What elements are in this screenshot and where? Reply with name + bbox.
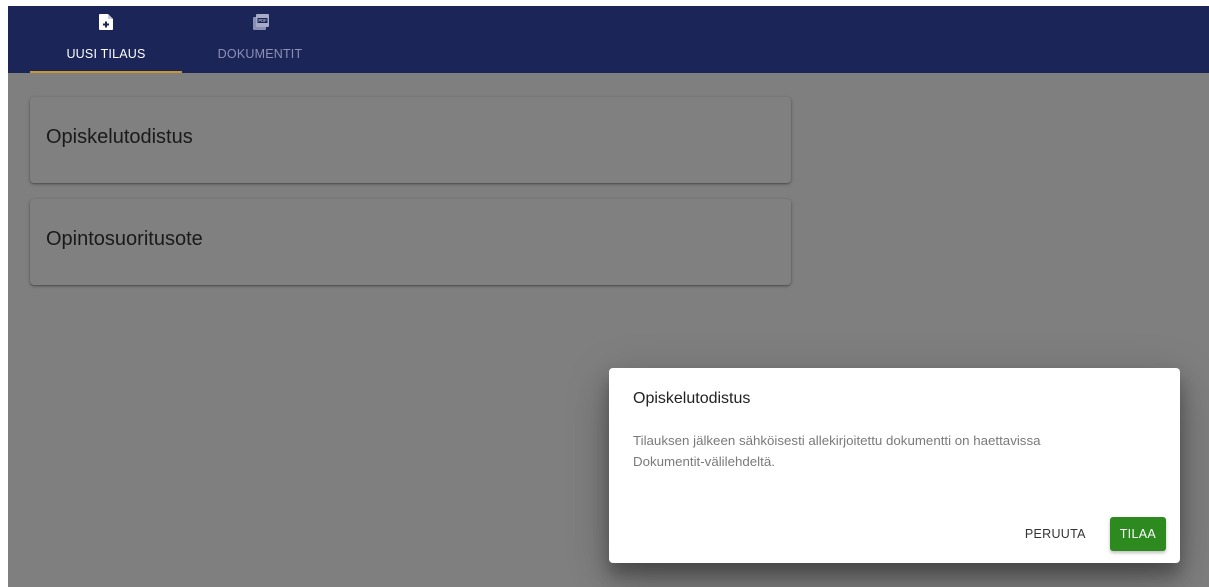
dialog-title: Opiskelutodistus <box>633 390 751 407</box>
top-navigation-bar: UUSI TILAUS PDF DOKUMENTIT <box>8 6 1209 73</box>
dialog-actions: PERUUTA TILAA <box>1011 517 1166 551</box>
file-plus-icon <box>99 14 113 30</box>
app-root: UUSI TILAUS PDF DOKUMENTIT Opiskelutodis… <box>8 6 1209 587</box>
card-title: Opintosuoritusote <box>46 228 203 250</box>
card-title: Opiskelutodistus <box>46 126 193 148</box>
order-confirmation-dialog: Opiskelutodistus Tilauksen jälkeen sähkö… <box>609 368 1180 563</box>
pdf-documents-icon: PDF <box>253 14 269 30</box>
active-tab-indicator <box>30 71 182 73</box>
tab-new-order-label: UUSI TILAUS <box>66 47 146 61</box>
document-card-transcript[interactable]: Opintosuoritusote <box>30 199 791 285</box>
dialog-message-line-1: Tilauksen jälkeen sähköisesti allekirjoi… <box>633 433 1041 448</box>
document-card-study-certificate[interactable]: Opiskelutodistus <box>30 97 791 183</box>
order-button[interactable]: TILAA <box>1109 517 1166 551</box>
dialog-message-line-2: Dokumentit-välilehdeltä. <box>633 454 775 469</box>
tab-documents[interactable]: PDF DOKUMENTIT <box>184 6 336 73</box>
dialog-message: Tilauksen jälkeen sähköisesti allekirjoi… <box>633 430 1153 472</box>
svg-text:PDF: PDF <box>258 18 267 23</box>
tab-documents-label: DOKUMENTIT <box>217 47 303 61</box>
tab-new-order[interactable]: UUSI TILAUS <box>30 6 182 73</box>
cancel-button[interactable]: PERUUTA <box>1011 518 1100 550</box>
